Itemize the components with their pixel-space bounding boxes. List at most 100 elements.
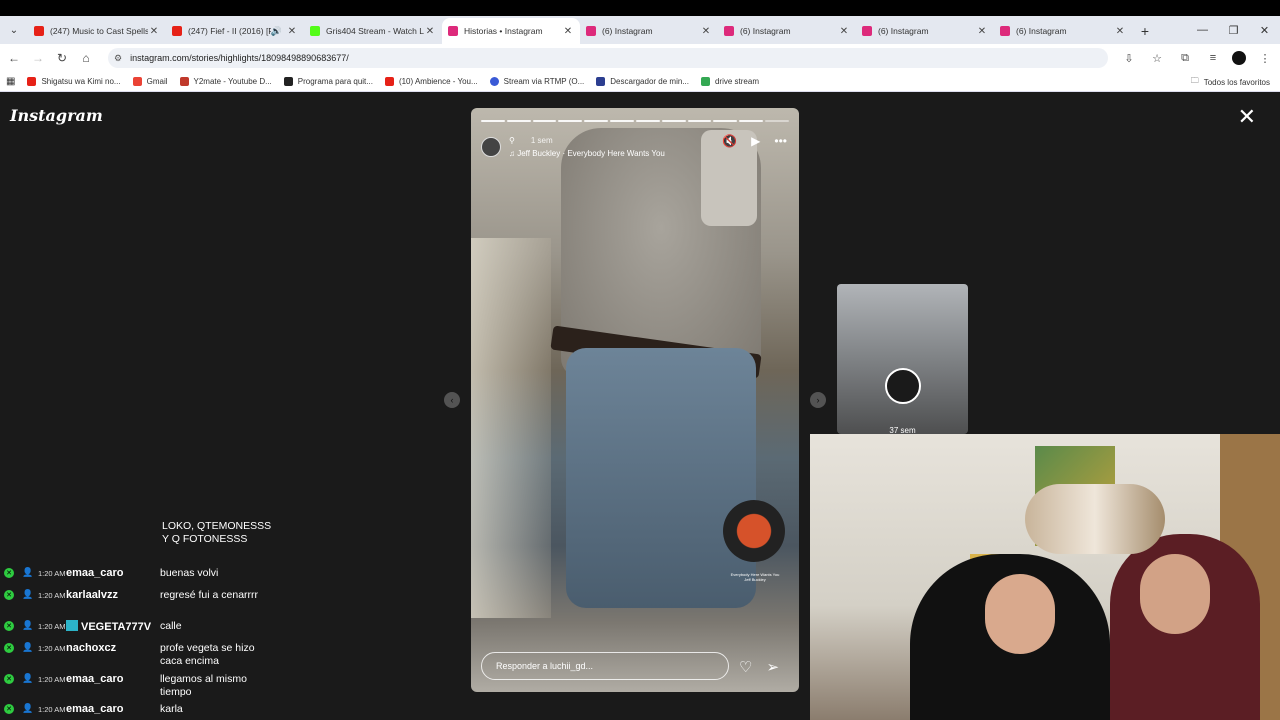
story-progress-segment — [610, 120, 634, 122]
verified-badge-icon: ✕ — [4, 568, 14, 578]
mute-icon[interactable]: 🔇 — [722, 134, 737, 148]
all-bookmarks[interactable]: 🗀 Todos los favoritos — [1191, 72, 1270, 92]
tab-title: (6) Instagram — [740, 26, 791, 36]
bookmark-6[interactable]: Descargador de min... — [590, 77, 695, 86]
close-tab-icon[interactable]: ✕ — [1114, 26, 1126, 37]
music-icon: ♫ — [509, 149, 515, 158]
tab-4[interactable]: (6) Instagram ✕ — [580, 18, 718, 44]
chat-username: emaa_caro — [66, 673, 124, 685]
url-text: instagram.com/stories/highlights/1809849… — [130, 53, 349, 63]
bookmark-label: Programa para quit... — [297, 77, 373, 86]
close-tab-icon[interactable]: ✕ — [424, 26, 436, 37]
home-icon[interactable]: ⌂ — [74, 46, 98, 70]
tab-search-icon[interactable]: ⌄ — [0, 16, 28, 44]
tab-title: Gris404 Stream - Watch L — [326, 26, 424, 36]
tab-5[interactable]: (6) Instagram ✕ — [718, 18, 856, 44]
story-progress-segment — [635, 120, 660, 122]
reply-input[interactable]: Responder a luchii_gd... — [481, 652, 729, 680]
tab-6[interactable]: (6) Instagram ✕ — [856, 18, 994, 44]
bookmark-4[interactable]: (10) Ambience - You... — [379, 77, 484, 86]
window-controls: — ❐ ✕ — [1187, 16, 1280, 44]
person-icon: 👤 — [22, 620, 34, 630]
tab-3[interactable]: Historias • Instagram ✕ — [442, 18, 580, 44]
bookmark-0[interactable]: Shigatsu wa Kimi no... — [21, 77, 126, 86]
chat-username: emaa_caro — [66, 703, 124, 715]
gmail-icon — [132, 77, 142, 86]
close-tab-icon[interactable]: ✕ — [700, 26, 712, 37]
prev-story-icon[interactable]: ‹ — [444, 392, 460, 408]
close-story-icon[interactable]: ✕ — [1238, 104, 1256, 130]
webcam-overlay — [810, 434, 1280, 720]
chat-username: nachoxcz — [66, 642, 117, 654]
instagram-logo[interactable]: Instagram — [10, 106, 103, 125]
bookmark-2[interactable]: Y2mate - Youtube D... — [174, 77, 278, 86]
music-sticker-icon[interactable] — [723, 500, 785, 562]
story-avatar[interactable] — [481, 137, 501, 157]
extensions-icon[interactable]: ⧉ — [1176, 48, 1194, 68]
chat-username: emaa_caro — [66, 567, 124, 579]
install-app-icon[interactable]: ⇩ — [1120, 48, 1138, 68]
person-icon: 👤 — [22, 703, 34, 713]
new-tab-button[interactable]: + — [1132, 18, 1158, 44]
play-icon[interactable]: ▶ — [751, 134, 760, 148]
chat-message: karla — [160, 703, 183, 715]
bookmark-1[interactable]: Gmail — [127, 77, 174, 86]
chat-message: LOKO, QTEMONESSS Y Q FOTONESSS — [162, 520, 272, 545]
speaker-icon[interactable]: 🔊 — [271, 26, 282, 37]
restore-icon[interactable]: ❐ — [1218, 16, 1249, 44]
chat-row: ✕ 👤 1:20 AM emaa_caro llegamos al mismo t… — [4, 673, 274, 699]
media-control-icon[interactable]: ≡ — [1204, 48, 1222, 68]
story-progress-segment — [713, 120, 738, 122]
profile-avatar[interactable] — [1232, 51, 1246, 65]
back-icon[interactable]: ← — [2, 46, 26, 70]
story-progress-segment — [532, 120, 557, 122]
tab-1[interactable]: (247) Fief - II (2016) [F 🔊 ✕ — [166, 18, 304, 44]
reply-placeholder: Responder a luchii_gd... — [496, 661, 594, 671]
verified-badge-icon: ✕ — [4, 643, 14, 653]
bookmark-star-icon[interactable]: ☆ — [1148, 48, 1166, 68]
menu-icon[interactable]: ⋮ — [1256, 48, 1274, 68]
chat-time: 1:20 AM — [38, 644, 66, 653]
story-progress-segment — [558, 120, 583, 122]
close-tab-icon[interactable]: ✕ — [562, 26, 574, 37]
site-info-icon[interactable]: ⚙ — [114, 53, 122, 64]
heart-icon[interactable]: ♡ — [739, 658, 752, 676]
bookmark-label: Gmail — [146, 77, 168, 86]
tab-0[interactable]: (247) Music to Cast Spells ✕ — [28, 18, 166, 44]
story-song[interactable]: Jeff Buckley · Everybody Here Wants You — [517, 149, 665, 158]
bookmark-5[interactable]: Stream via RTMP (O... — [484, 77, 591, 86]
minimize-icon[interactable]: — — [1187, 16, 1218, 44]
story-viewer[interactable]: ⚲ 1 sem ♫ Jeff Buckley · Everybody Here W… — [471, 108, 799, 692]
close-tab-icon[interactable]: ✕ — [838, 26, 850, 37]
tab-title: (6) Instagram — [878, 26, 929, 36]
story-photo-bg — [471, 238, 551, 618]
tab-2[interactable]: Gris404 Stream - Watch L ✕ — [304, 18, 442, 44]
next-story-preview[interactable]: 37 sem — [837, 284, 968, 434]
close-tab-icon[interactable]: ✕ — [286, 26, 298, 37]
instagram-icon — [724, 26, 734, 36]
story-time: 1 sem — [530, 136, 553, 145]
story-progress-segment — [481, 120, 505, 122]
bookmark-label: Stream via RTMP (O... — [503, 77, 585, 86]
folder-icon: 🗀 — [1190, 76, 1199, 85]
youtube-icon — [384, 77, 394, 86]
bookmark-7[interactable]: drive stream — [695, 77, 765, 86]
chat-username-wrap: VEGETA777V — [66, 620, 160, 633]
close-tab-icon[interactable]: ✕ — [148, 26, 160, 37]
bookmark-icon — [489, 77, 499, 86]
bookmark-3[interactable]: Programa para quit... — [278, 77, 379, 86]
chat-row: ✕ 👤 1:20 AM VEGETA777V calle — [4, 620, 274, 633]
webcam-cat — [1025, 484, 1165, 554]
send-icon[interactable]: ➢ — [766, 658, 779, 676]
close-window-icon[interactable]: ✕ — [1249, 16, 1280, 44]
more-options-icon[interactable]: ••• — [774, 134, 787, 148]
verified-badge-icon: ✕ — [4, 590, 14, 600]
tab-title: Historias • Instagram — [464, 26, 543, 36]
address-bar[interactable]: ⚙ instagram.com/stories/highlights/18098… — [108, 48, 1108, 68]
close-tab-icon[interactable]: ✕ — [976, 26, 988, 37]
forward-icon[interactable]: → — [26, 46, 50, 70]
apps-icon[interactable]: ▦ — [0, 76, 21, 87]
next-story-icon[interactable]: › — [810, 392, 826, 408]
tab-7[interactable]: (6) Instagram ✕ — [994, 18, 1132, 44]
reload-icon[interactable]: ↻ — [50, 46, 74, 70]
